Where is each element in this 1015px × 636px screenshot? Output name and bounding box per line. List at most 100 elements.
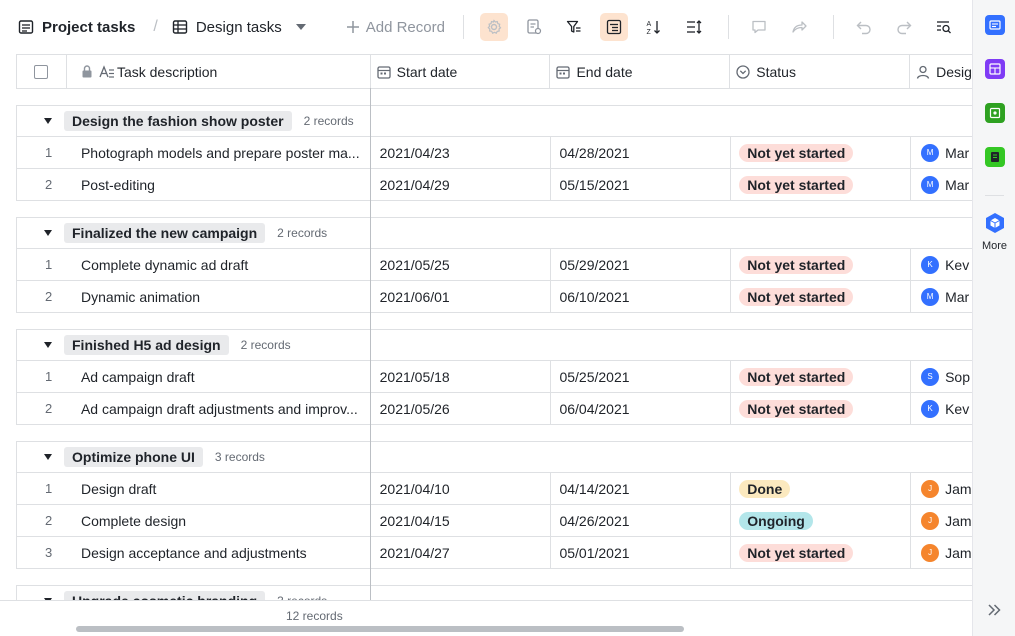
task-cell[interactable]: Photograph models and prepare poster ma.… — [67, 137, 371, 168]
assignee-cell[interactable]: M Mar — [910, 169, 972, 200]
table-row[interactable]: 2 Dynamic animation 2021/06/01 06/10/2021 No… — [16, 281, 972, 313]
start-date-cell[interactable]: 2021/04/23 — [371, 137, 551, 168]
assignee-cell[interactable]: K Kev — [910, 249, 972, 280]
status-cell[interactable]: Not yet started — [730, 281, 910, 312]
end-date-cell[interactable]: 05/15/2021 — [550, 169, 730, 200]
task-cell[interactable]: Ad campaign draft — [67, 361, 371, 392]
column-header-status[interactable]: Status — [730, 55, 911, 88]
start-date-cell[interactable]: 2021/04/15 — [371, 505, 551, 536]
settings-button[interactable] — [479, 13, 508, 41]
status-cell[interactable]: Not yet started — [730, 137, 910, 168]
table-row[interactable]: 1 Photograph models and prepare poster ma… — [16, 137, 972, 169]
task-cell[interactable]: Dynamic animation — [67, 281, 371, 312]
group-button[interactable] — [599, 13, 628, 41]
assignee-cell[interactable]: J Jam — [910, 505, 972, 536]
select-all-checkbox[interactable] — [34, 64, 49, 79]
column-header-start[interactable]: Start date — [371, 55, 551, 88]
column-header-task[interactable]: Task description — [67, 55, 371, 88]
status-cell[interactable]: Not yet started — [730, 361, 910, 392]
start-date-cell[interactable]: 2021/05/26 — [371, 393, 551, 424]
sort-button[interactable]: AZ — [640, 13, 668, 41]
status-cell[interactable]: Not yet started — [730, 169, 910, 200]
group-header[interactable]: Finalized the new campaign 2 records — [16, 217, 972, 249]
table-row[interactable]: 1 Ad campaign draft 2021/05/18 05/25/2021 No… — [16, 361, 972, 393]
end-date-cell[interactable]: 04/26/2021 — [550, 505, 730, 536]
start-date-cell[interactable]: 2021/04/29 — [371, 169, 551, 200]
share-button[interactable] — [785, 13, 813, 41]
end-date-cell[interactable]: 05/01/2021 — [550, 537, 730, 568]
grid-footer: 12 records — [0, 600, 972, 636]
start-date-cell[interactable]: 2021/05/18 — [371, 361, 551, 392]
rail-app-2[interactable] — [985, 59, 1005, 79]
collapse-triangle-icon[interactable] — [44, 454, 52, 460]
gear-icon — [487, 19, 502, 35]
task-cell[interactable]: Design draft — [67, 473, 371, 504]
task-cell[interactable]: Design acceptance and adjustments — [67, 537, 371, 568]
end-date-cell[interactable]: 06/04/2021 — [550, 393, 730, 424]
task-cell[interactable]: Complete design — [67, 505, 371, 536]
end-date-cell[interactable]: 05/29/2021 — [550, 249, 730, 280]
task-cell[interactable]: Complete dynamic ad draft — [67, 249, 371, 280]
horizontal-scrollbar[interactable] — [76, 626, 684, 632]
collapse-triangle-icon[interactable] — [44, 342, 52, 348]
view-selector[interactable]: Design tasks — [172, 19, 306, 36]
assignee-cell[interactable]: M Mar — [910, 137, 972, 168]
grid-view-icon — [172, 20, 188, 34]
assignee-cell[interactable]: K Kev — [910, 393, 972, 424]
row-height-button[interactable] — [680, 13, 708, 41]
table-row[interactable]: 1 Design draft 2021/04/10 04/14/2021 Done J Ja… — [16, 473, 972, 505]
start-date-cell[interactable]: 2021/04/10 — [371, 473, 551, 504]
table-row[interactable]: 1 Complete dynamic ad draft 2021/05/25 05/2… — [16, 249, 972, 281]
end-date-cell[interactable]: 04/28/2021 — [550, 137, 730, 168]
search-button[interactable] — [930, 13, 958, 41]
frozen-column-divider[interactable] — [370, 88, 371, 600]
start-date-cell[interactable]: 2021/04/27 — [371, 537, 551, 568]
assignee-cell[interactable]: J Jam — [910, 473, 972, 504]
task-cell[interactable]: Ad campaign draft adjustments and improv… — [67, 393, 371, 424]
column-header-assignee[interactable]: Desig — [910, 55, 972, 88]
avatar: M — [921, 143, 940, 162]
status-badge: Not yet started — [739, 367, 854, 386]
group-header[interactable]: Finished H5 ad design 2 records — [16, 329, 972, 361]
redo-button[interactable] — [890, 13, 918, 41]
table-row[interactable]: 2 Ad campaign draft adjustments and impro… — [16, 393, 972, 425]
collapse-triangle-icon[interactable] — [44, 118, 52, 124]
column-header-end[interactable]: End date — [550, 55, 731, 88]
share-icon — [792, 21, 807, 33]
add-record-button[interactable]: Add Record — [346, 19, 445, 36]
assignee-cell[interactable]: M Mar — [910, 281, 972, 312]
toolbar-divider — [832, 15, 834, 39]
filter-button[interactable] — [560, 13, 588, 41]
expand-panel-button[interactable] — [986, 602, 1002, 621]
status-cell[interactable]: Ongoing — [730, 505, 910, 536]
status-badge: Not yet started — [739, 143, 854, 162]
status-cell[interactable]: Not yet started — [730, 393, 910, 424]
assignee-cell[interactable]: S Sop — [910, 361, 972, 392]
table-selector[interactable]: Project tasks — [18, 19, 135, 36]
end-date-cell[interactable]: 06/10/2021 — [550, 281, 730, 312]
rail-app-3[interactable] — [985, 103, 1005, 123]
start-date-cell[interactable]: 2021/05/25 — [371, 249, 551, 280]
group-header[interactable]: Optimize phone UI 3 records — [16, 441, 972, 473]
table-row[interactable]: 2 Post-editing 2021/04/29 05/15/2021 Not yet… — [16, 169, 972, 201]
assignee-cell[interactable]: J Jam — [910, 537, 972, 568]
status-cell[interactable]: Not yet started — [730, 249, 910, 280]
table-row[interactable]: 2 Complete design 2021/04/15 04/26/2021 Ongo… — [16, 505, 972, 537]
end-date-cell[interactable]: 04/14/2021 — [550, 473, 730, 504]
status-cell[interactable]: Not yet started — [730, 537, 910, 568]
end-date-cell[interactable]: 05/25/2021 — [550, 361, 730, 392]
group-header[interactable]: Design the fashion show poster 2 records — [16, 105, 972, 137]
table-row[interactable]: 3 Design acceptance and adjustments 2021/0… — [16, 537, 972, 569]
rail-app-4[interactable] — [985, 147, 1005, 167]
calendar-icon — [376, 65, 391, 79]
start-date-cell[interactable]: 2021/06/01 — [371, 281, 551, 312]
comment-button[interactable] — [745, 13, 773, 41]
field-config-button[interactable] — [520, 13, 548, 41]
rail-app-1[interactable] — [985, 15, 1005, 35]
undo-button[interactable] — [850, 13, 878, 41]
status-cell[interactable]: Done — [730, 473, 910, 504]
status-badge: Not yet started — [739, 543, 854, 562]
more-apps-button[interactable] — [985, 213, 1005, 233]
task-cell[interactable]: Post-editing — [67, 169, 371, 200]
collapse-triangle-icon[interactable] — [44, 230, 52, 236]
